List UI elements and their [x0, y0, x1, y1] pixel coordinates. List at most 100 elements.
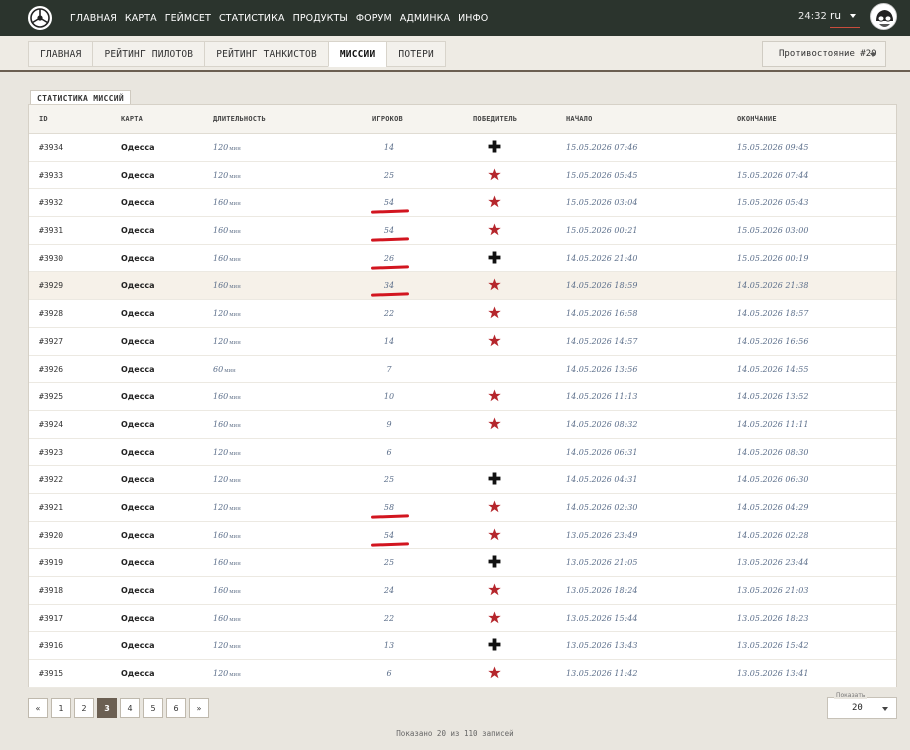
mission-start: 13.05.2026 13:43	[566, 641, 638, 651]
duration-unit: мин	[224, 367, 236, 374]
table-row[interactable]: #3929 Одесса 160мин 34 14.05.2026 18:59 14.05…	[29, 272, 896, 301]
tab-losses[interactable]: ПОТЕРИ	[386, 41, 446, 67]
chevron-down-icon[interactable]	[850, 14, 856, 18]
duration-value: 60	[213, 364, 224, 374]
mission-start: 14.05.2026 18:59	[566, 281, 638, 291]
page-last-button[interactable]: »	[189, 698, 209, 718]
table-row[interactable]: #3934 Одесса 120мин 14 15.05.2026 07:46 15.05…	[29, 134, 896, 162]
column-header-start[interactable]: НАЧАЛО	[566, 115, 593, 123]
duration-unit: мин	[229, 672, 241, 679]
mission-players: 25	[383, 475, 395, 485]
winner-star-icon	[488, 195, 502, 209]
table-row[interactable]: #3916 Одесса 120мин 13 13.05.2026 13:43 13.05…	[29, 632, 896, 661]
mission-end: 15.05.2026 05:43	[737, 198, 809, 208]
season-select-value: Противостояние #20	[779, 49, 877, 59]
mission-map: Одесса	[121, 475, 155, 485]
table-row[interactable]: #3928 Одесса 120мин 22 14.05.2026 16:58 14.05…	[29, 300, 896, 328]
nav-item-home[interactable]: ГЛАВНАЯ	[70, 13, 117, 24]
table-row[interactable]: #3931 Одесса 160мин 54 15.05.2026 00:21 15.05…	[29, 217, 896, 245]
duration-unit: мин	[229, 561, 241, 568]
chevron-down-icon	[882, 707, 888, 711]
mission-id: #3928	[39, 309, 64, 319]
site-logo-icon[interactable]	[28, 6, 52, 30]
winner-star-icon	[488, 223, 502, 237]
mission-duration: 60мин	[213, 365, 236, 374]
tab-missions[interactable]: МИССИИ	[327, 41, 388, 67]
table-row[interactable]: #3923 Одесса 120мин 6 14.05.2026 06:31 14.05.…	[29, 438, 896, 467]
duration-unit: мин	[229, 478, 241, 485]
mission-map: Одесса	[121, 613, 155, 623]
mission-players: 58	[383, 502, 395, 512]
column-header-duration[interactable]: ДЛИТЕЛЬНОСТЬ	[213, 115, 266, 123]
page-button-4[interactable]: 4	[120, 698, 140, 718]
nav-item-gameset[interactable]: ГЕЙМСЕТ	[165, 13, 211, 24]
table-row[interactable]: #3932 Одесса 160мин 54 15.05.2026 03:04 15.05…	[29, 189, 896, 218]
table-header: ID КАРТА ДЛИТЕЛЬНОСТЬ ИГРОКОВ ПОБЕДИТЕЛЬ…	[29, 105, 896, 134]
nav-item-info[interactable]: ИНФО	[458, 13, 488, 24]
tab-home[interactable]: ГЛАВНАЯ	[28, 41, 94, 67]
winner-cross-icon	[488, 555, 502, 569]
table-row[interactable]: #3921 Одесса 120мин 58 14.05.2026 02:30 14.05…	[29, 493, 896, 522]
mission-duration: 160мин	[213, 586, 241, 595]
red-underline-annotation	[370, 209, 410, 215]
column-header-players[interactable]: ИГРОКОВ	[372, 115, 403, 123]
table-row[interactable]: #3917 Одесса 160мин 22 13.05.2026 15:44 13.05…	[29, 604, 896, 633]
page-button-1[interactable]: 1	[51, 698, 71, 718]
page-button-6[interactable]: 6	[166, 698, 186, 718]
table-row[interactable]: #3915 Одесса 120мин 6 13.05.2026 11:42 13.05.…	[29, 660, 896, 688]
tab-tanker-rating[interactable]: РЕЙТИНГ ТАНКИСТОВ	[204, 41, 329, 67]
mission-map: Одесса	[121, 641, 155, 651]
page-button-2[interactable]: 2	[74, 698, 94, 718]
mission-duration: 160мин	[213, 281, 241, 290]
mission-start: 13.05.2026 21:05	[566, 558, 638, 568]
table-row[interactable]: #3925 Одесса 160мин 10 14.05.2026 11:13 14.05…	[29, 383, 896, 411]
winner-cross-icon	[488, 472, 502, 486]
tab-pilot-rating[interactable]: РЕЙТИНГ ПИЛОТОВ	[92, 41, 206, 67]
column-header-id[interactable]: ID	[39, 115, 48, 123]
nav-item-admin[interactable]: АДМИНКА	[400, 13, 450, 24]
table-row[interactable]: #3927 Одесса 120мин 14 14.05.2026 14:57 14.05…	[29, 327, 896, 356]
nav-item-map[interactable]: КАРТА	[125, 13, 157, 24]
mission-end: 14.05.2026 13:52	[737, 392, 809, 402]
mission-end: 14.05.2026 08:30	[737, 447, 809, 457]
mission-start: 14.05.2026 04:31	[566, 475, 638, 485]
mission-end: 14.05.2026 21:38	[737, 281, 809, 291]
winner-star-icon	[488, 389, 502, 403]
column-header-end[interactable]: ОКОНЧАНИЕ	[737, 115, 777, 123]
duration-value: 160	[213, 530, 229, 540]
mission-players: 54	[383, 226, 395, 236]
mission-players: 6	[386, 669, 392, 679]
mission-duration: 120мин	[213, 309, 241, 318]
nav-item-products[interactable]: ПРОДУКТЫ	[293, 13, 348, 24]
mission-duration: 120мин	[213, 641, 241, 650]
duration-value: 160	[213, 586, 229, 595]
mission-map: Одесса	[121, 170, 155, 180]
table-row[interactable]: #3930 Одесса 160мин 26 14.05.2026 21:40 15.05…	[29, 244, 896, 273]
missions-table: ID КАРТА ДЛИТЕЛЬНОСТЬ ИГРОКОВ ПОБЕДИТЕЛЬ…	[28, 104, 897, 688]
table-row[interactable]: #3918 Одесса 160мин 24 13.05.2026 18:24 13.05…	[29, 577, 896, 605]
mission-duration: 120мин	[213, 171, 241, 180]
season-select[interactable]: Противостояние #20	[762, 41, 886, 67]
table-row[interactable]: #3933 Одесса 120мин 25 15.05.2026 05:45 15.05…	[29, 161, 896, 190]
chevron-down-icon	[870, 53, 876, 57]
duration-unit: мин	[229, 589, 241, 595]
page-first-button[interactable]: «	[28, 698, 48, 718]
mission-map: Одесса	[121, 392, 155, 402]
per-page-select[interactable]: 20	[827, 697, 897, 719]
mission-end: 15.05.2026 00:19	[737, 253, 809, 263]
column-header-map[interactable]: КАРТА	[121, 115, 143, 123]
table-row[interactable]: #3919 Одесса 160мин 25 13.05.2026 21:05 13.05…	[29, 549, 896, 577]
table-row[interactable]: #3922 Одесса 120мин 25 14.05.2026 04:31 14.05…	[29, 466, 896, 494]
table-row[interactable]: #3924 Одесса 160мин 9 14.05.2026 08:32 14.05.…	[29, 410, 896, 439]
nav-item-forum[interactable]: ФОРУМ	[356, 13, 392, 24]
mission-players: 54	[383, 530, 395, 540]
table-row[interactable]: #3926 Одесса 60мин 7 14.05.2026 13:56 14.05.2…	[29, 355, 896, 384]
page-button-5[interactable]: 5	[143, 698, 163, 718]
nav-item-statistics[interactable]: СТАТИСТИКА	[219, 13, 285, 24]
user-avatar[interactable]	[870, 3, 897, 30]
language-selector[interactable]: ru	[830, 10, 841, 22]
table-row[interactable]: #3920 Одесса 160мин 54 13.05.2026 23:49 14.05…	[29, 521, 896, 550]
red-underline-annotation	[370, 292, 410, 298]
column-header-winner[interactable]: ПОБЕДИТЕЛЬ	[473, 115, 517, 123]
page-button-3[interactable]: 3	[97, 698, 117, 718]
